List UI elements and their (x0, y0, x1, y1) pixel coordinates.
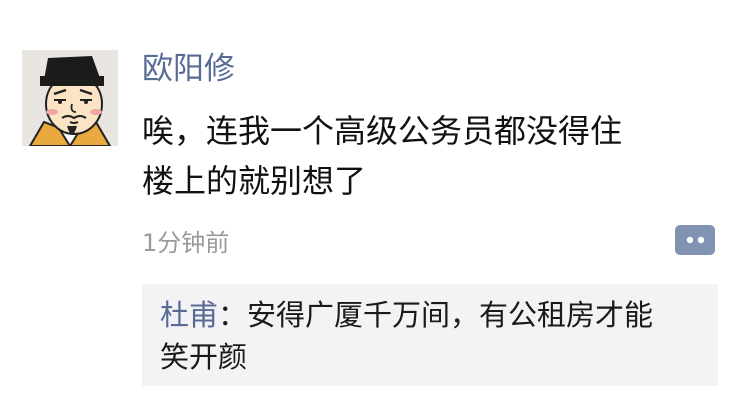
comment-separator: ： (218, 298, 248, 332)
scholar-avatar-icon (22, 50, 118, 146)
commenter-name[interactable]: 杜甫 (160, 298, 218, 332)
moments-post: 欧阳修 唉，连我一个高级公务员都没得住 楼上的就别想了 1分钟前 杜甫：安得广厦… (0, 0, 740, 419)
post-timestamp: 1分钟前 (142, 229, 230, 257)
comment-button[interactable] (674, 224, 716, 258)
post-content-line: 唉，连我一个高级公务员都没得住 (142, 112, 623, 150)
comment-section: 杜甫：安得广厦千万间，有公租房才能 笑开颜 (142, 284, 718, 386)
comment-line-2: 笑开颜 (160, 340, 248, 374)
post-content: 唉，连我一个高级公务员都没得住 楼上的就别想了 (142, 106, 712, 206)
post-author-name[interactable]: 欧阳修 (142, 48, 235, 90)
post-content-line: 楼上的就别想了 (142, 162, 367, 200)
avatar[interactable] (22, 50, 118, 146)
comment-item[interactable]: 杜甫：安得广厦千万间，有公租房才能 笑开颜 (160, 294, 708, 378)
comment-line-1: 杜甫：安得广厦千万间，有公租房才能 (160, 294, 708, 336)
comment-text-line: 安得广厦千万间，有公租房才能 (247, 298, 654, 332)
comment-bubble-icon (675, 225, 715, 255)
